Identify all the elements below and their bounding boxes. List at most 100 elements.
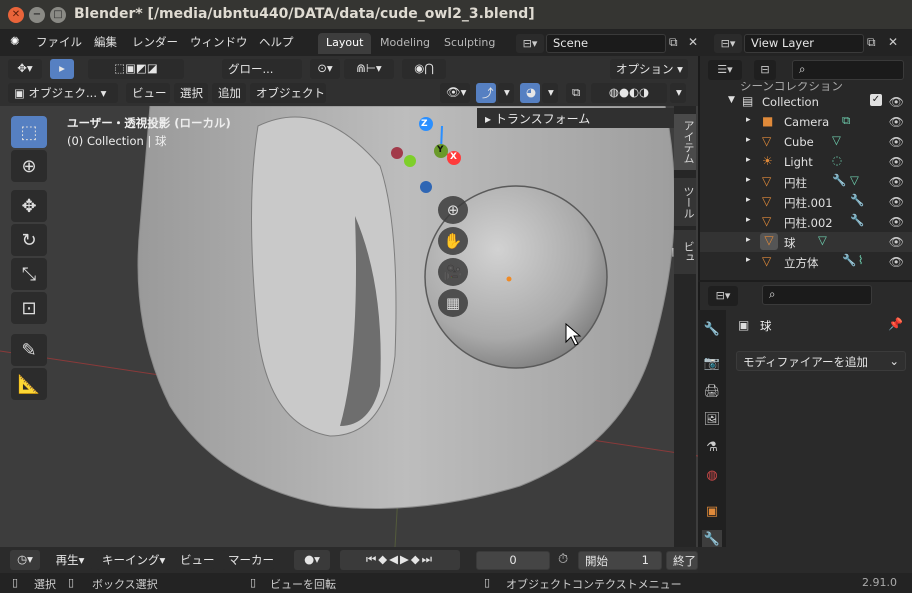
outliner-item-cube-jp[interactable]: ▸ ▽ 立方体 🔧 ⌇ 👁 [700,252,912,272]
eye-icon[interactable]: 👁 [889,175,904,189]
gizmo-toggle-icon[interactable]: ⤴ [476,83,496,103]
select-tool-mode-icon[interactable]: ▸ [50,59,74,79]
expand-arrow-icon[interactable]: ▸ [746,235,751,245]
pivot-point-icon[interactable]: ⊙▾ [310,59,340,79]
current-frame-field[interactable]: 0 [476,551,550,570]
xray-toggle-icon[interactable]: ⧉ [566,83,586,103]
scale-tool-icon[interactable]: ⤡ [11,258,47,290]
timeline-view-menu[interactable]: ビュー [174,550,215,570]
start-frame-field[interactable]: 開始 1 [578,551,662,570]
scene-icon[interactable]: ⚗ [702,438,722,458]
overlay-dropdown-icon[interactable]: ▾ [542,83,558,103]
outliner-item-sphere[interactable]: ▸ ▽ 球 ▽ 👁 [700,232,912,252]
tab-view[interactable]: ビュー [666,230,696,274]
eye-icon[interactable]: 👁 [889,235,904,249]
mesh-data-icon[interactable]: ▽ [850,173,859,187]
gizmo-dropdown-icon[interactable]: ▾ [498,83,514,103]
menu-edit[interactable]: 編集 [94,34,117,50]
transform-pivot-icon[interactable]: ✥▾ [8,59,42,79]
menu-help[interactable]: ヘルプ [259,34,294,50]
camera-view-icon[interactable]: 🎥 [438,258,468,286]
transform-orientation-dropdown[interactable]: グロー... [222,59,302,79]
mode-dropdown[interactable]: ▣ オブジェク... ▾ [8,83,118,103]
close-icon[interactable]: ✕ [8,7,24,23]
gizmo-neg-y-dot[interactable] [404,155,416,167]
transform-panel-header[interactable]: ▸ トランスフォーム [477,108,675,128]
eye-icon[interactable]: 👁 [889,215,904,229]
eye-icon[interactable]: 👁 [889,115,904,129]
eye-icon[interactable]: 👁 [889,95,904,109]
move-tool-icon[interactable]: ✥ [11,190,47,222]
eye-icon[interactable]: 👁 [889,195,904,209]
modifier-wrench-icon[interactable]: 🔧 [850,193,864,207]
outliner-item-camera[interactable]: ▸ ■ Camera ⧉ 👁 [700,112,912,132]
world-icon[interactable]: ◍ [702,466,722,486]
mesh-data-icon[interactable]: ⌇ [858,253,864,267]
menu-object[interactable]: オブジェクト [250,83,326,103]
render-icon[interactable]: 📷 [702,354,722,374]
collection-row[interactable]: ▼ ▤ Collection ✓ 👁 [700,92,912,112]
proportional-edit-icon[interactable]: ◉⋂ [402,59,446,79]
menu-render[interactable]: レンダー [132,34,178,50]
options-dropdown[interactable]: オプション ▾ [610,59,688,79]
scene-selector-icon[interactable]: ⊟▾ [516,34,544,53]
rotate-tool-icon[interactable]: ↻ [11,224,47,256]
end-frame-field[interactable]: 終了 [666,551,698,570]
outliner-display-mode-icon[interactable]: ☰▾ [708,60,742,80]
object-properties-icon[interactable]: ▣ [702,502,722,522]
modifier-wrench-icon[interactable]: 🔧 [842,253,856,267]
collection-checkbox[interactable]: ✓ [870,94,882,106]
scene-name-field[interactable]: Scene [546,34,666,53]
pin-icon[interactable]: 📌 [888,317,903,331]
expand-arrow-icon[interactable]: ▸ [746,115,751,125]
blender-logo-icon[interactable]: ✺ [10,34,20,48]
expand-arrow-icon[interactable]: ▸ [746,195,751,205]
keying-menu[interactable]: キーイング▾ [96,550,170,570]
cursor-tool-icon[interactable]: ⊕ [11,150,47,182]
eye-icon[interactable]: 👁 [889,155,904,169]
properties-editor-type-icon[interactable]: ⊟▾ [708,286,738,306]
outliner-item-cylinder-001[interactable]: ▸ ▽ 円柱.001 🔧 👁 [700,192,912,212]
expand-arrow-icon[interactable]: ▸ [746,135,751,145]
outliner-item-cylinder-002[interactable]: ▸ ▽ 円柱.002 🔧 👁 [700,212,912,232]
mesh-data-icon[interactable]: ▽ [818,233,827,247]
remove-scene-icon[interactable]: ✕ [688,35,698,49]
minimize-icon[interactable]: − [29,7,45,23]
eye-icon[interactable]: 👁 [889,135,904,149]
camera-data-icon[interactable]: ⧉ [842,113,850,128]
transform-tool-icon[interactable]: ⊡ [11,292,47,324]
properties-search-input[interactable]: ⌕ [762,285,872,305]
light-data-icon[interactable]: ◌ [832,153,842,167]
menu-window[interactable]: ウィンドウ [190,34,248,50]
expand-arrow-icon[interactable]: ▸ [746,175,751,185]
gizmo-neg-z-dot[interactable] [420,181,432,193]
marker-menu[interactable]: マーカー [222,550,274,570]
view-layer-icon[interactable]: 🖼 [702,410,722,430]
zoom-icon[interactable]: ⊕ [438,196,468,224]
gizmo-neg-x-dot[interactable] [391,147,403,159]
outliner-search-input[interactable]: ⌕ [792,60,904,80]
modifier-wrench-icon[interactable]: 🔧 [850,213,864,227]
view-layer-name-field[interactable]: View Layer [744,34,864,53]
ortho-grid-icon[interactable]: ▦ [438,289,468,317]
menu-view[interactable]: ビュー [126,83,170,103]
maximize-icon[interactable]: □ [50,7,66,23]
modifier-wrench-icon[interactable]: 🔧 [832,173,846,187]
menu-select[interactable]: 選択 [174,83,208,103]
tab-modeling[interactable]: Modeling [372,33,438,54]
remove-view-layer-icon[interactable]: ✕ [888,35,898,49]
menu-file[interactable]: ファイル [36,34,82,50]
playback-menu[interactable]: 再生▾ [48,550,92,570]
expand-arrow-icon[interactable]: ▸ [746,155,751,165]
tab-layout[interactable]: Layout [318,33,372,54]
view-layer-selector-icon[interactable]: ⊟▾ [714,34,742,53]
tab-sculpting[interactable]: Sculpting [436,33,503,54]
copy-scene-icon[interactable]: ⧉ [669,35,678,50]
tab-tool[interactable]: ツール [674,178,696,226]
outliner-item-cube[interactable]: ▸ ▽ Cube ▽ 👁 [700,132,912,152]
annotate-tool-icon[interactable]: ✎ [11,334,47,366]
add-modifier-dropdown[interactable]: モディファイアーを追加 ⌄ [736,351,906,371]
outliner-item-light[interactable]: ▸ ☀ Light ◌ 👁 [700,152,912,172]
expand-arrow-icon[interactable]: ▼ [728,95,735,105]
snap-icon[interactable]: ⋒⊢▾ [344,59,394,79]
